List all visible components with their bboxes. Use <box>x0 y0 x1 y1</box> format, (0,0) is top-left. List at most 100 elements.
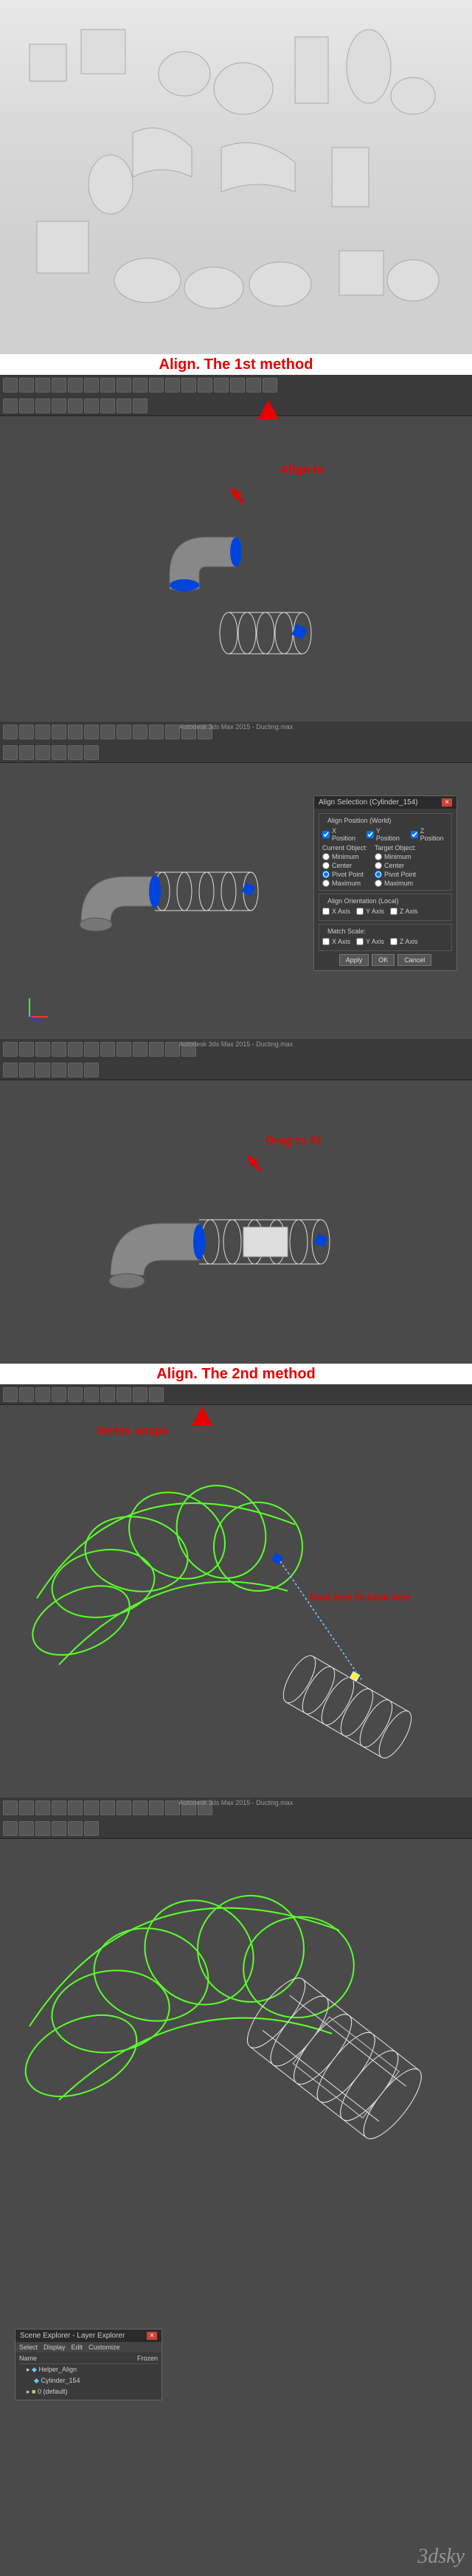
tool-btn[interactable] <box>52 745 66 760</box>
close-icon[interactable]: × <box>442 798 452 807</box>
tool-btn[interactable] <box>35 1821 50 1836</box>
tool-btn[interactable] <box>84 725 99 739</box>
radio-min[interactable]: Minimum <box>375 853 416 860</box>
tool-btn[interactable] <box>3 1800 18 1815</box>
tool-btn[interactable] <box>35 1063 50 1077</box>
viewport-5[interactable]: Autodesk 3ds Max 2015 - Ducting.max <box>0 1798 472 2576</box>
tool-btn[interactable] <box>35 398 50 413</box>
tool-btn[interactable] <box>117 1387 131 1402</box>
tool-btn[interactable] <box>35 1800 50 1815</box>
list-item[interactable]: ◆ Cylinder_154 <box>19 2375 158 2386</box>
tool-btn[interactable] <box>198 378 212 393</box>
cancel-button[interactable]: Cancel <box>398 954 431 966</box>
tool-btn[interactable] <box>68 1387 83 1402</box>
explorer-titlebar[interactable]: Scene Explorer - Layer Explorer × <box>15 2330 162 2342</box>
tool-btn[interactable] <box>3 1821 18 1836</box>
tool-btn[interactable] <box>117 378 131 393</box>
tool-btn[interactable] <box>19 1821 34 1836</box>
tool-btn[interactable] <box>52 1387 66 1402</box>
tool-btn[interactable] <box>100 1387 115 1402</box>
tool-btn[interactable] <box>263 378 277 393</box>
apply-button[interactable]: Apply <box>339 954 369 966</box>
tool-btn[interactable] <box>117 725 131 739</box>
tool-btn[interactable] <box>100 725 115 739</box>
tool-btn[interactable] <box>35 378 50 393</box>
radio-max[interactable]: Maximum <box>322 880 367 887</box>
align-dialog[interactable]: Align Selection (Cylinder_154) × Align P… <box>313 795 457 971</box>
tool-btn[interactable] <box>3 745 18 760</box>
tool-btn[interactable] <box>133 725 148 739</box>
tool-btn[interactable] <box>149 725 164 739</box>
tool-btn[interactable] <box>165 725 180 739</box>
radio-center[interactable]: Center <box>375 862 416 869</box>
tool-btn[interactable] <box>3 398 18 413</box>
tool-btn[interactable] <box>117 398 131 413</box>
tool-btn[interactable] <box>35 1042 50 1057</box>
tool-btn[interactable] <box>181 378 196 393</box>
x-scale-checkbox[interactable]: X Axis <box>322 938 350 945</box>
radio-pivot[interactable]: Pivot Point <box>375 871 416 878</box>
wire-scene[interactable] <box>15 1451 457 1790</box>
tool-btn[interactable] <box>133 1387 148 1402</box>
tool-btn[interactable] <box>35 745 50 760</box>
x-pos-checkbox[interactable]: X Position <box>322 827 361 842</box>
tool-btn[interactable] <box>84 1042 99 1057</box>
pipes-joined[interactable] <box>66 840 302 958</box>
tool-btn[interactable] <box>84 378 99 393</box>
y-pos-checkbox[interactable]: Y Position <box>367 827 405 842</box>
ok-button[interactable]: OK <box>372 954 395 966</box>
menu-item[interactable]: Select <box>19 2344 38 2351</box>
toolbar-3[interactable]: Autodesk 3ds Max 2015 - Ducting.max <box>0 1039 472 1080</box>
radio-center[interactable]: Center <box>322 862 367 869</box>
tool-btn[interactable] <box>35 725 50 739</box>
tool-btn[interactable] <box>100 1042 115 1057</box>
tool-btn[interactable] <box>133 1042 148 1057</box>
list-item[interactable]: ▸ ■ 0 (default) <box>19 2386 158 2397</box>
list-item[interactable]: ▸ ◆ Helper_Align <box>19 2364 158 2375</box>
tool-btn[interactable] <box>68 745 83 760</box>
tool-btn[interactable] <box>149 378 164 393</box>
tool-btn[interactable] <box>100 1800 115 1815</box>
tool-btn[interactable] <box>165 378 180 393</box>
close-icon[interactable]: × <box>147 2332 157 2340</box>
tool-btn[interactable] <box>100 378 115 393</box>
tool-btn[interactable] <box>117 1042 131 1057</box>
toolbar-2[interactable]: Autodesk 3ds Max 2015 - Ducting.max <box>0 722 472 763</box>
pipes-drag[interactable] <box>96 1194 361 1319</box>
viewport-4[interactable]: Vertex snaps blue box to blue box <box>0 1384 472 1798</box>
tool-btn[interactable] <box>133 398 148 413</box>
tool-btn[interactable] <box>100 398 115 413</box>
tool-btn[interactable] <box>52 1063 66 1077</box>
tool-btn[interactable] <box>133 1800 148 1815</box>
tool-btn[interactable] <box>52 378 66 393</box>
tool-btn[interactable] <box>133 378 148 393</box>
x-axis-checkbox[interactable]: X Axis <box>322 908 350 915</box>
tool-btn[interactable] <box>35 1387 50 1402</box>
tool-btn[interactable] <box>3 1063 18 1077</box>
col-name[interactable]: Name <box>19 2355 37 2362</box>
tool-btn[interactable] <box>3 725 18 739</box>
menu-item[interactable]: Edit <box>72 2344 83 2351</box>
tool-btn[interactable] <box>84 1063 99 1077</box>
tool-btn[interactable] <box>165 1800 180 1815</box>
tool-btn[interactable] <box>19 1387 34 1402</box>
pipe-elbow[interactable] <box>155 522 258 604</box>
toolbar-1[interactable] <box>0 375 472 416</box>
tool-btn[interactable] <box>68 398 83 413</box>
tool-btn[interactable] <box>165 1042 180 1057</box>
tool-btn[interactable] <box>84 1800 99 1815</box>
toolbar-4[interactable] <box>0 1384 472 1405</box>
tool-btn[interactable] <box>68 1821 83 1836</box>
menu-item[interactable]: Display <box>44 2344 66 2351</box>
toolbar-5[interactable]: Autodesk 3ds Max 2015 - Ducting.max <box>0 1798 472 1839</box>
tool-btn[interactable] <box>68 1063 83 1077</box>
radio-pivot[interactable]: Pivot Point <box>322 871 367 878</box>
tool-btn[interactable] <box>3 1042 18 1057</box>
scene-explorer[interactable]: Scene Explorer - Layer Explorer × Select… <box>15 2329 162 2400</box>
tool-btn[interactable] <box>19 398 34 413</box>
tool-btn[interactable] <box>214 378 229 393</box>
tool-btn[interactable] <box>19 725 34 739</box>
tool-btn[interactable] <box>149 1800 164 1815</box>
tool-btn[interactable] <box>84 1387 99 1402</box>
tool-btn[interactable] <box>84 398 99 413</box>
